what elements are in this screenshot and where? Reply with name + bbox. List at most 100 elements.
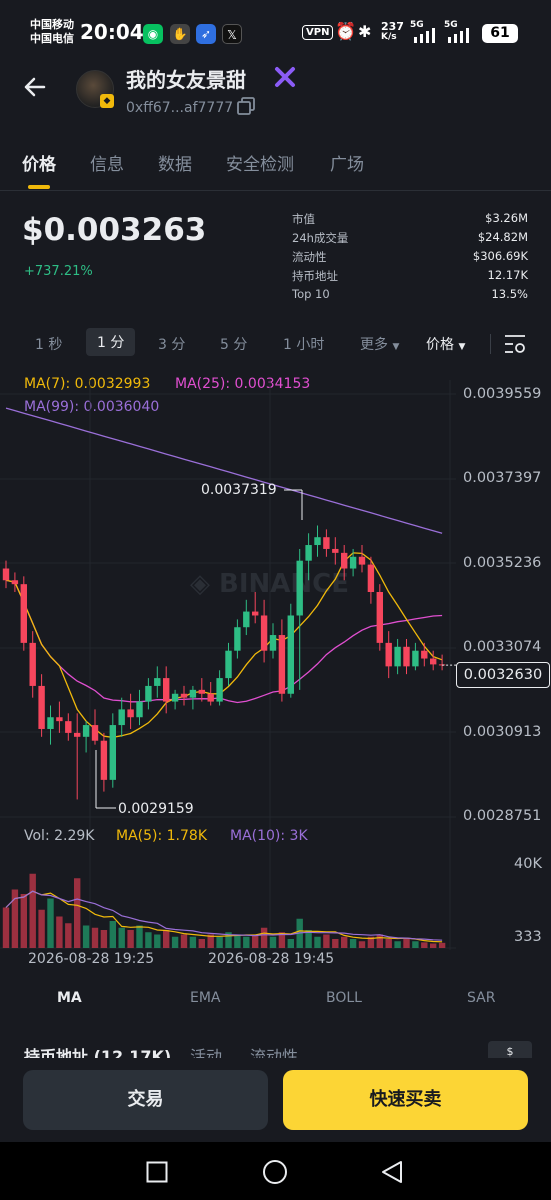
- volume-bar: [260, 927, 268, 948]
- tab-price[interactable]: 价格: [22, 150, 56, 175]
- copy-icon[interactable]: [236, 96, 256, 116]
- price-mode-dropdown[interactable]: 价格 ▼: [426, 334, 465, 354]
- candle-body: [136, 701, 143, 718]
- candle-body: [376, 591, 383, 643]
- candle-body: [349, 556, 357, 569]
- tabs-divider: [0, 190, 551, 191]
- tab-security[interactable]: 安全检测: [226, 150, 294, 175]
- interval-1h[interactable]: 1 小时: [283, 334, 324, 354]
- candle-body: [269, 635, 277, 651]
- home-icon[interactable]: [262, 1159, 288, 1185]
- volume-bar: [29, 873, 36, 948]
- carrier-1: 中国移动: [30, 18, 74, 31]
- candle-body: [2, 568, 10, 581]
- volume-bar: [216, 936, 223, 948]
- candle-body: [260, 615, 268, 651]
- volume-bar: [412, 941, 419, 948]
- stat-label-top10: Top 10: [292, 287, 330, 301]
- candle-body: [225, 650, 232, 679]
- interval-1s[interactable]: 1 秒: [35, 334, 62, 354]
- watermark-text: ◈ BINANCE: [190, 569, 349, 599]
- more-label: 更多: [360, 337, 388, 353]
- speed-unit: K/s: [381, 32, 397, 42]
- volume-bar: [403, 939, 410, 948]
- candle-body: [430, 658, 437, 665]
- volume-bars: [2, 873, 446, 948]
- candle-body: [20, 584, 27, 643]
- stat-label-liquidity: 流动性: [292, 250, 327, 264]
- network-speed: 237 K/s: [381, 21, 404, 42]
- signal-icon-1: [414, 28, 435, 43]
- candle-body: [127, 709, 134, 718]
- status-bar: 中国移动 中国电信 20:04 ◉ ✋ ➶ 𝕏 VPN ⏰ ✱ 237 K/s …: [0, 0, 551, 62]
- volume-bar: [269, 936, 277, 948]
- trade-button[interactable]: 交易: [23, 1070, 268, 1130]
- chart-settings-icon[interactable]: [503, 333, 527, 355]
- candle-body: [118, 709, 125, 726]
- recents-icon[interactable]: [146, 1161, 168, 1183]
- tab-data[interactable]: 数据: [158, 150, 192, 175]
- volume-bar: [341, 936, 348, 948]
- volume-bar: [20, 894, 27, 948]
- volume-bar: [252, 934, 259, 948]
- candle-body: [252, 611, 259, 616]
- volume-bar: [47, 898, 54, 948]
- vol-axis-label: 40K: [514, 856, 542, 872]
- interval-5m[interactable]: 5 分: [220, 334, 247, 354]
- carrier-labels: 中国移动 中国电信: [30, 18, 74, 46]
- indicator-tab-ema[interactable]: EMA: [190, 990, 221, 1006]
- candle-body: [91, 725, 99, 741]
- tab-square[interactable]: 广场: [330, 150, 364, 175]
- indicator-tab-ma[interactable]: MA: [57, 990, 82, 1006]
- bluetooth-icon: ✱: [358, 22, 372, 41]
- price-mode-label: 价格: [426, 337, 454, 353]
- tab-info[interactable]: 信息: [90, 150, 124, 175]
- volume-bar: [127, 930, 134, 948]
- stat-value-market-cap: $3.26M: [485, 211, 528, 225]
- volume-bar: [287, 939, 294, 948]
- indicator-tab-boll[interactable]: BOLL: [326, 990, 362, 1006]
- current-price: $0.003263: [22, 212, 207, 248]
- indicator-tab-sar[interactable]: SAR: [467, 990, 495, 1006]
- volume-bar: [38, 909, 45, 948]
- candle-body: [11, 580, 19, 585]
- volume-bar: [332, 939, 339, 948]
- candle-body: [56, 717, 63, 722]
- volume-bar: [438, 942, 446, 948]
- interval-3m[interactable]: 3 分: [158, 334, 185, 354]
- candle-body: [171, 693, 179, 702]
- back-arrow-icon[interactable]: [22, 74, 48, 107]
- candle-body: [243, 611, 250, 628]
- candle-body: [421, 650, 428, 659]
- candle-body: [145, 685, 152, 702]
- alarm-icon: ⏰: [335, 22, 357, 42]
- interval-more-dropdown[interactable]: 更多 ▼: [360, 334, 399, 354]
- candle-body: [100, 740, 108, 780]
- signal-icon-2: [448, 28, 469, 43]
- clock: 20:04: [80, 20, 144, 44]
- carrier-2: 中国电信: [30, 32, 74, 45]
- interval-1m[interactable]: 1 分: [86, 328, 136, 356]
- vpn-badge: VPN: [302, 25, 334, 40]
- vol-axis-label: 333: [514, 929, 542, 945]
- candle-body: [198, 689, 205, 694]
- volume-bar: [376, 934, 383, 948]
- candle-body: [385, 642, 392, 667]
- candle-body: [296, 560, 303, 616]
- binance-watermark: ◈ BINANCE: [190, 569, 349, 599]
- chain-badge-icon: ◆: [100, 94, 114, 108]
- volume-bar: [74, 878, 81, 948]
- back-nav-icon[interactable]: [380, 1160, 404, 1184]
- volume-bar: [180, 934, 188, 948]
- candle-body: [154, 678, 161, 686]
- candle-body: [323, 537, 330, 549]
- x-app-icon: 𝕏: [222, 24, 242, 44]
- candle-body: [82, 725, 90, 737]
- price-axis-label: 0.0039559: [463, 386, 542, 402]
- quick-trade-button[interactable]: 快速买卖: [283, 1070, 528, 1130]
- candle-body: [234, 627, 241, 651]
- candle-body: [29, 642, 36, 686]
- candle-body: [65, 721, 72, 733]
- volume-bar: [394, 941, 401, 948]
- app-feather-icon: ➶: [196, 24, 216, 44]
